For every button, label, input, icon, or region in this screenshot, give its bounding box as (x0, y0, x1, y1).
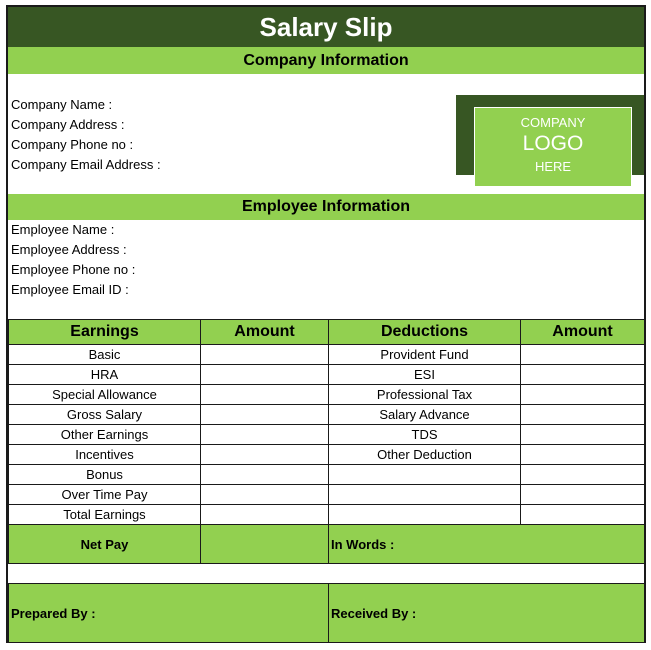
page-title: Salary Slip (8, 7, 644, 47)
company-info-heading: Company Information (8, 47, 644, 74)
deduction-label (328, 464, 521, 485)
table-row: Incentives Other Deduction (8, 444, 645, 465)
table-row: HRA ESI (8, 364, 645, 385)
deduction-amount-cell[interactable] (520, 404, 645, 425)
employee-info-heading: Employee Information (8, 194, 644, 220)
table-header-row: Earnings Amount Deductions Amount (8, 319, 645, 345)
deduction-label: Provident Fund (328, 344, 521, 365)
deduction-amount-cell[interactable] (520, 344, 645, 365)
employee-phone-label: Employee Phone no : (11, 262, 136, 277)
earning-amount-cell[interactable] (200, 444, 329, 465)
earning-label: Total Earnings (8, 504, 201, 525)
earning-amount-cell[interactable] (200, 424, 329, 445)
logo-text-line-2: LOGO (522, 132, 584, 155)
earning-label: Other Earnings (8, 424, 201, 445)
company-name-label: Company Name : (11, 97, 113, 112)
table-row: Total Earnings (8, 504, 645, 525)
deduction-amount-cell[interactable] (520, 484, 645, 505)
deduction-label: Salary Advance (328, 404, 521, 425)
table-row: Special Allowance Professional Tax (8, 384, 645, 405)
deduction-label: TDS (328, 424, 521, 445)
employee-email-label: Employee Email ID : (11, 282, 129, 297)
earning-amount-cell[interactable] (200, 384, 329, 405)
earning-amount-cell[interactable] (200, 344, 329, 365)
earning-label: HRA (8, 364, 201, 385)
employee-name-label: Employee Name : (11, 222, 115, 237)
deduction-amount-cell[interactable] (520, 364, 645, 385)
table-row: Over Time Pay (8, 484, 645, 505)
net-pay-label: Net Pay (8, 524, 201, 564)
earning-label: Special Allowance (8, 384, 201, 405)
deduction-label: Professional Tax (328, 384, 521, 405)
received-by-label[interactable]: Received By : (328, 583, 645, 643)
net-pay-amount-cell[interactable] (200, 524, 329, 564)
salary-slip-sheet: Salary Slip Company Information Company … (6, 5, 646, 643)
signature-row: Prepared By : Received By : (8, 583, 645, 643)
deduction-amount-cell[interactable] (520, 424, 645, 445)
table-row: Gross Salary Salary Advance (8, 404, 645, 425)
spacer-cell (8, 563, 645, 584)
company-email-label: Company Email Address : (11, 157, 161, 172)
earnings-amount-header: Amount (200, 319, 329, 345)
table-row: Basic Provident Fund (8, 344, 645, 365)
earnings-header: Earnings (8, 319, 201, 345)
table-row: Other Earnings TDS (8, 424, 645, 445)
deduction-amount-cell[interactable] (520, 444, 645, 465)
earning-amount-cell[interactable] (200, 484, 329, 505)
in-words-label[interactable]: In Words : (328, 524, 645, 564)
spacer-row (8, 563, 645, 584)
earning-label: Basic (8, 344, 201, 365)
deductions-amount-header: Amount (520, 319, 645, 345)
deduction-label (328, 484, 521, 505)
earning-amount-cell[interactable] (200, 364, 329, 385)
logo-text-line-3: HERE (534, 159, 572, 174)
table-row: Bonus (8, 464, 645, 485)
company-logo-placeholder[interactable]: COMPANY LOGO HERE (474, 107, 632, 187)
prepared-by-label[interactable]: Prepared By : (8, 583, 329, 643)
deduction-label (328, 504, 521, 525)
net-pay-row: Net Pay In Words : (8, 524, 645, 564)
earning-amount-cell[interactable] (200, 504, 329, 525)
employee-address-label: Employee Address : (11, 242, 127, 257)
earning-label: Gross Salary (8, 404, 201, 425)
earning-label: Bonus (8, 464, 201, 485)
earning-amount-cell[interactable] (200, 404, 329, 425)
deduction-amount-cell[interactable] (520, 464, 645, 485)
deduction-amount-cell[interactable] (520, 504, 645, 525)
deduction-label: Other Deduction (328, 444, 521, 465)
earning-label: Over Time Pay (8, 484, 201, 505)
company-phone-label: Company Phone no : (11, 137, 134, 152)
deduction-amount-cell[interactable] (520, 384, 645, 405)
deduction-label: ESI (328, 364, 521, 385)
earnings-deductions-table: Earnings Amount Deductions Amount Basic P… (8, 319, 645, 643)
company-address-label: Company Address : (11, 117, 125, 132)
earning-amount-cell[interactable] (200, 464, 329, 485)
deductions-header: Deductions (328, 319, 521, 345)
logo-text-line-1: COMPANY (520, 115, 586, 130)
earning-label: Incentives (8, 444, 201, 465)
